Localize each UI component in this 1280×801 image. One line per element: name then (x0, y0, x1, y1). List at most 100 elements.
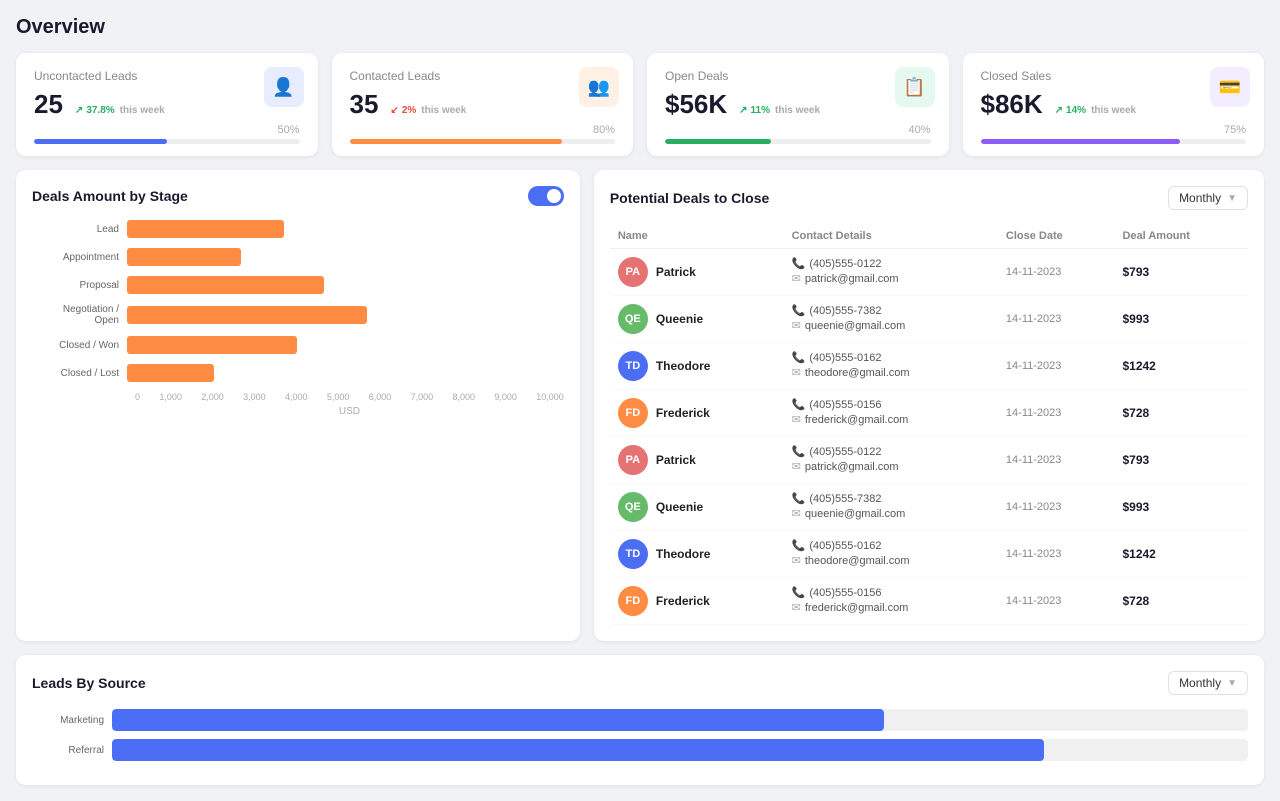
contact-details-cell: 📞 (405)555-0122 ✉ patrick@gmail.com (784, 249, 998, 296)
metric-value: $86K (981, 89, 1043, 120)
metric-badge: ↗ 11% this week (739, 105, 820, 116)
x-axis-label: 3,000 (243, 392, 266, 402)
metric-percent: 75% (981, 124, 1247, 136)
metric-icon: 💳 (1210, 67, 1250, 107)
x-axis-label: 8,000 (452, 392, 475, 402)
deals-panel-header: Deals Amount by Stage (32, 186, 564, 206)
email-address: queenie@gmail.com (805, 320, 905, 332)
leads-bar-chart: Marketing Referral (32, 709, 1248, 761)
bar-track (127, 276, 564, 294)
potential-deals-panel: Potential Deals to Close Monthly ▼ NameC… (594, 170, 1264, 641)
deal-amount-cell: $993 (1114, 296, 1248, 343)
metric-percent: 80% (350, 124, 616, 136)
table-row: FD Frederick 📞 (405)555-0156 ✉ frederick… (610, 390, 1248, 437)
avatar: FD (618, 398, 648, 428)
email-icon: ✉ (792, 601, 801, 614)
table-row: QE Queenie 📞 (405)555-7382 ✉ queenie@gma… (610, 296, 1248, 343)
deals-toggle[interactable] (528, 186, 564, 206)
bar-label: Lead (32, 224, 127, 235)
close-date-cell: 14-11-2023 (998, 296, 1115, 343)
phone-line: 📞 (405)555-7382 (792, 492, 990, 505)
table-header: Name (610, 224, 784, 249)
trend-arrow-icon: ↗ (739, 105, 747, 116)
leads-bar-row: Referral (32, 739, 1248, 761)
metric-badge: ↗ 14% this week (1055, 105, 1136, 116)
bar-row: Negotiation /Open (32, 304, 564, 326)
metric-card-contacted-leads: Contacted Leads 35 ↙ 2% this week 80% 👥 (332, 53, 634, 156)
progress-fill (34, 139, 167, 144)
x-axis-label: 2,000 (201, 392, 224, 402)
avatar: PA (618, 257, 648, 287)
phone-line: 📞 (405)555-0122 (792, 445, 990, 458)
email-address: patrick@gmail.com (805, 461, 899, 473)
bar-track (127, 220, 564, 238)
x-axis-label: 6,000 (369, 392, 392, 402)
phone-number: (405)555-7382 (809, 493, 881, 505)
metric-title: Closed Sales (981, 69, 1247, 83)
phone-icon: 📞 (792, 257, 806, 270)
name-cell: FD Frederick (610, 578, 784, 625)
deal-amount-cell: $793 (1114, 249, 1248, 296)
metric-title: Uncontacted Leads (34, 69, 300, 83)
contact-details-cell: 📞 (405)555-0162 ✉ theodore@gmail.com (784, 343, 998, 390)
x-axis-label: 7,000 (411, 392, 434, 402)
leads-panel-title: Leads By Source (32, 675, 146, 691)
phone-icon: 📞 (792, 304, 806, 317)
phone-number: (405)555-7382 (809, 305, 881, 317)
contact-details-cell: 📞 (405)555-7382 ✉ queenie@gmail.com (784, 296, 998, 343)
bar-track (127, 306, 564, 324)
progress-bar (981, 139, 1247, 144)
deal-amount-cell: $728 (1114, 578, 1248, 625)
close-date-cell: 14-11-2023 (998, 390, 1115, 437)
bar-label: Appointment (32, 252, 127, 263)
contact-name: Queenie (656, 312, 703, 326)
page-title: Overview (16, 16, 1264, 39)
avatar: TD (618, 351, 648, 381)
name-cell: TD Theodore (610, 531, 784, 578)
metric-value: $56K (665, 89, 727, 120)
leads-dropdown[interactable]: Monthly ▼ (1168, 671, 1248, 695)
metric-card-uncontacted-leads: Uncontacted Leads 25 ↗ 37.8% this week 5… (16, 53, 318, 156)
trend-arrow-icon: ↗ (1055, 105, 1063, 116)
deals-panel-title: Deals Amount by Stage (32, 188, 188, 204)
bar-row: Closed / Won (32, 336, 564, 354)
table-row: TD Theodore 📞 (405)555-0162 ✉ theodore@g… (610, 343, 1248, 390)
email-line: ✉ theodore@gmail.com (792, 554, 990, 567)
email-address: frederick@gmail.com (805, 414, 908, 426)
contact-details-cell: 📞 (405)555-0156 ✉ frederick@gmail.com (784, 390, 998, 437)
progress-bar (665, 139, 931, 144)
metric-card-open-deals: Open Deals $56K ↗ 11% this week 40% 📋 (647, 53, 949, 156)
phone-icon: 📞 (792, 539, 806, 552)
name-cell: FD Frederick (610, 390, 784, 437)
metric-value: 25 (34, 89, 63, 120)
potential-deals-dropdown[interactable]: Monthly ▼ (1168, 186, 1248, 210)
email-icon: ✉ (792, 554, 801, 567)
table-header: Close Date (998, 224, 1115, 249)
bar-label: Closed / Lost (32, 368, 127, 379)
email-icon: ✉ (792, 319, 801, 332)
email-icon: ✉ (792, 366, 801, 379)
progress-fill (350, 139, 562, 144)
x-axis-title: USD (32, 406, 564, 417)
potential-deals-dropdown-label: Monthly (1179, 191, 1221, 205)
metric-cards-row: Uncontacted Leads 25 ↗ 37.8% this week 5… (16, 53, 1264, 156)
avatar: TD (618, 539, 648, 569)
deals-table: NameContact DetailsClose DateDeal Amount… (610, 224, 1248, 625)
metric-badge: ↗ 37.8% this week (75, 105, 165, 116)
leads-bar-fill (112, 739, 1044, 761)
email-line: ✉ frederick@gmail.com (792, 601, 990, 614)
email-address: queenie@gmail.com (805, 508, 905, 520)
email-icon: ✉ (792, 507, 801, 520)
close-date-cell: 14-11-2023 (998, 531, 1115, 578)
phone-line: 📞 (405)555-0156 (792, 398, 990, 411)
avatar: PA (618, 445, 648, 475)
leads-dropdown-label: Monthly (1179, 676, 1221, 690)
leads-bar-label: Marketing (32, 715, 112, 726)
email-icon: ✉ (792, 272, 801, 285)
email-address: theodore@gmail.com (805, 367, 910, 379)
leads-bar-fill (112, 709, 884, 731)
leads-bar-track (112, 739, 1248, 761)
phone-number: (405)555-0156 (809, 587, 881, 599)
leads-bar-label: Referral (32, 745, 112, 756)
bottom-row: Deals Amount by Stage Lead Appointment P… (16, 170, 1264, 641)
